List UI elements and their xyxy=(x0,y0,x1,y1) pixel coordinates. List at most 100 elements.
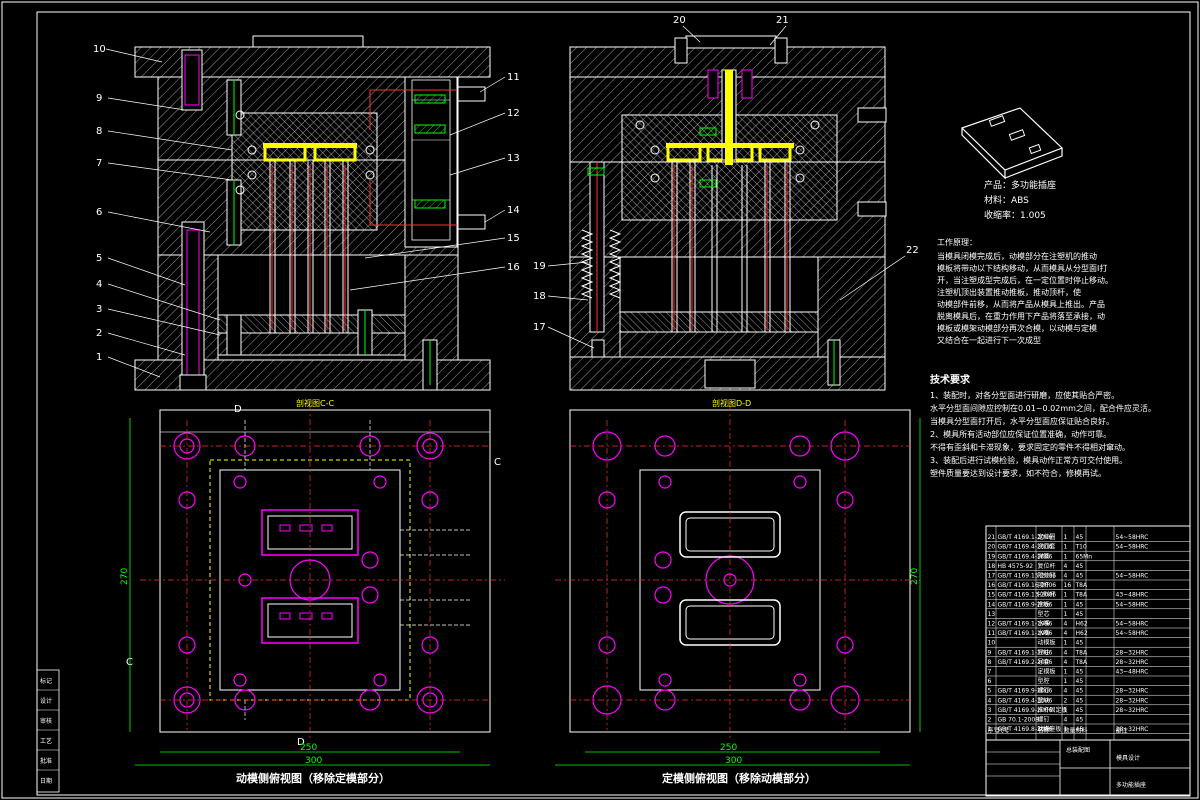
bom-cell: 13 xyxy=(988,611,996,618)
bom-cell: 15 xyxy=(988,592,996,599)
bom-cell: 12 xyxy=(988,621,996,628)
technical-requirements: 技术要求 1、装配时，对各分型面进行研磨，应使其贴合严密。 水平分型面间隙应控制… xyxy=(930,373,1156,478)
bom-cell: 10 xyxy=(988,640,996,647)
dim-250-left: 250 xyxy=(300,743,317,753)
bom-cell: 4 xyxy=(1064,688,1068,695)
bom-cell: 1 xyxy=(1064,669,1068,676)
bom-cell: 4 xyxy=(1064,630,1068,637)
bom-cell: 推板 xyxy=(1038,600,1050,608)
bom-cell: T10 xyxy=(1075,544,1087,551)
strip-text-2: 审核 xyxy=(40,717,52,725)
callout-21: 21 xyxy=(776,15,789,26)
callout-1: 1 xyxy=(96,352,102,363)
title-block: 总装配图 模具设计 多功能插座 xyxy=(985,739,1191,796)
dim-300-right: 300 xyxy=(725,756,742,766)
product-material: 材料：ABS xyxy=(984,194,1029,206)
bom-cell: 28~32HRC xyxy=(1116,659,1149,666)
bom-cell: 54~58HRC xyxy=(1116,534,1149,541)
bom-cell: 45 xyxy=(1076,573,1084,580)
bom-cell: 18 xyxy=(988,563,996,570)
bom-cell: 45 xyxy=(1076,640,1084,647)
bom-cell: 54~58HRC xyxy=(1116,630,1149,637)
callout-20: 20 xyxy=(673,15,686,26)
bom-cell: 4 xyxy=(1064,563,1068,570)
bom-cell: 7 xyxy=(988,669,992,676)
bom-cell: 54~58HRC xyxy=(1116,573,1149,580)
bom-cell: 21 xyxy=(988,534,996,541)
bom-cell: 4 xyxy=(988,697,992,704)
callout-4: 4 xyxy=(96,279,102,290)
callout-3: 3 xyxy=(96,304,102,315)
tech-heading: 技术要求 xyxy=(930,373,971,386)
bom-cell: 1 xyxy=(1064,678,1068,685)
bom-cell: 45 xyxy=(1076,707,1084,714)
bom-cell: 4 xyxy=(1064,649,1068,656)
bom-cell: 20 xyxy=(988,544,996,551)
callout-19: 19 xyxy=(533,261,546,272)
bom-cell: 1 xyxy=(1064,534,1068,541)
bom-cell: 型芯 xyxy=(1038,610,1050,618)
bom-cell: 1 xyxy=(1064,553,1068,560)
tech-line-4: 不得有歪斜和卡滞现象，要求固定的零件不得相对窜动。 xyxy=(930,442,1130,452)
callout-7: 7 xyxy=(96,158,102,169)
bom-cell: 54~58HRC xyxy=(1116,544,1149,551)
product-name: 产品：多功能插座 xyxy=(984,179,1056,191)
principle-line-0: 当模具闭模完成后，动模部分在注塑机的推动 xyxy=(937,251,1097,261)
bom-cell: 导柱 xyxy=(1038,648,1050,656)
section-mark-c-left: C xyxy=(126,657,133,668)
section-mark-d-top: D xyxy=(234,404,242,415)
caption-left: 动模侧俯视图（移除定模部分） xyxy=(236,771,390,785)
principle-line-1: 模板将带动以下结构移动，从而模具从分型面Ⅰ打 xyxy=(937,263,1107,273)
bom-cell: 19 xyxy=(988,553,996,560)
bom-cell: 28~32HRC xyxy=(1116,707,1149,714)
bom-cell: 2 xyxy=(988,717,992,724)
strip-text-3: 工艺 xyxy=(40,737,52,745)
callout-15: 15 xyxy=(507,233,520,244)
product-info: 产品：多功能插座 材料：ABS 收缩率：1.005 xyxy=(984,179,1056,221)
strip-text-4: 批准 xyxy=(40,757,52,765)
callout-13: 13 xyxy=(507,153,520,164)
callout-14: 14 xyxy=(507,205,520,216)
bom-cell: 导套 xyxy=(1038,658,1050,666)
tech-line-2: 当模具分型面打开后，水平分型面应保证贴合良好。 xyxy=(930,416,1114,426)
bom-cell: 45 xyxy=(1076,563,1084,570)
bom-header-cell: 材料 xyxy=(1076,727,1088,735)
bom-cell: 45 xyxy=(1076,601,1084,608)
bom-cell: 45 xyxy=(1076,688,1084,695)
mold-assembly-drawing: 标记 设计 审核 工艺 批准 日期 10 9 8 7 6 5 4 3 2 1 1… xyxy=(1,1,1199,799)
principle-line-3: 注塑机顶出装置推动推板，推动顶杆，使 xyxy=(937,287,1081,297)
bom-cell: 顶杆 xyxy=(1038,581,1050,589)
bom-cell: 3 xyxy=(988,707,992,714)
bill-of-materials: 21 GB/T 4169.1-2006定位圈 1 45 54~58HRC20 GB/T 4… xyxy=(985,525,1191,797)
section-label-dd: 剖视图D-D xyxy=(712,398,751,408)
bom-cell: 螺钉 xyxy=(1038,687,1050,695)
bom-cell: GB 70.1-2008 xyxy=(998,717,1040,724)
bom-cell: 43~48HRC xyxy=(1116,592,1149,599)
callout-18: 18 xyxy=(533,291,546,302)
bom-header-cell: 代号 xyxy=(998,727,1010,735)
bom-cell: 45 xyxy=(1076,669,1084,676)
callout-8: 8 xyxy=(96,126,102,137)
bom-cell: 6 xyxy=(988,678,992,685)
bom-header-cell: 备注 xyxy=(1116,727,1128,735)
bom-cell: 65Mn xyxy=(1076,553,1093,560)
bom-cell: 5 xyxy=(988,688,992,695)
principle-line-6: 模板或模架动模部分再次合模，以动模与定模 xyxy=(937,323,1097,333)
section-label-cc: 剖视图C-C xyxy=(296,398,334,408)
bom-cell: 14 xyxy=(988,601,996,608)
left-section-view: 10 9 8 7 6 5 4 3 2 1 11 12 13 14 15 16 xyxy=(93,35,520,391)
bom-cell: 4 xyxy=(1064,621,1068,628)
callout-11: 11 xyxy=(507,72,520,83)
bom-header-cell: 数量 xyxy=(1064,727,1076,735)
bom-cell: 动模板 xyxy=(1038,639,1056,647)
bom-cell: 4 xyxy=(1064,659,1068,666)
bom-cell: 9 xyxy=(988,649,992,656)
bom-cell: HB 4575-92 xyxy=(998,563,1034,570)
bom-cell: 45 xyxy=(1076,697,1084,704)
bom-cell: 45 xyxy=(1076,534,1084,541)
bom-cell: 54~58HRC xyxy=(1116,621,1149,628)
dim-250-right: 250 xyxy=(720,743,737,753)
principle-line-2: 开，当注塑成型完成后，在一定位置时停止移动。 xyxy=(937,275,1113,285)
bom-cell: 8 xyxy=(988,659,992,666)
title-product: 多功能插座 xyxy=(1116,781,1146,789)
